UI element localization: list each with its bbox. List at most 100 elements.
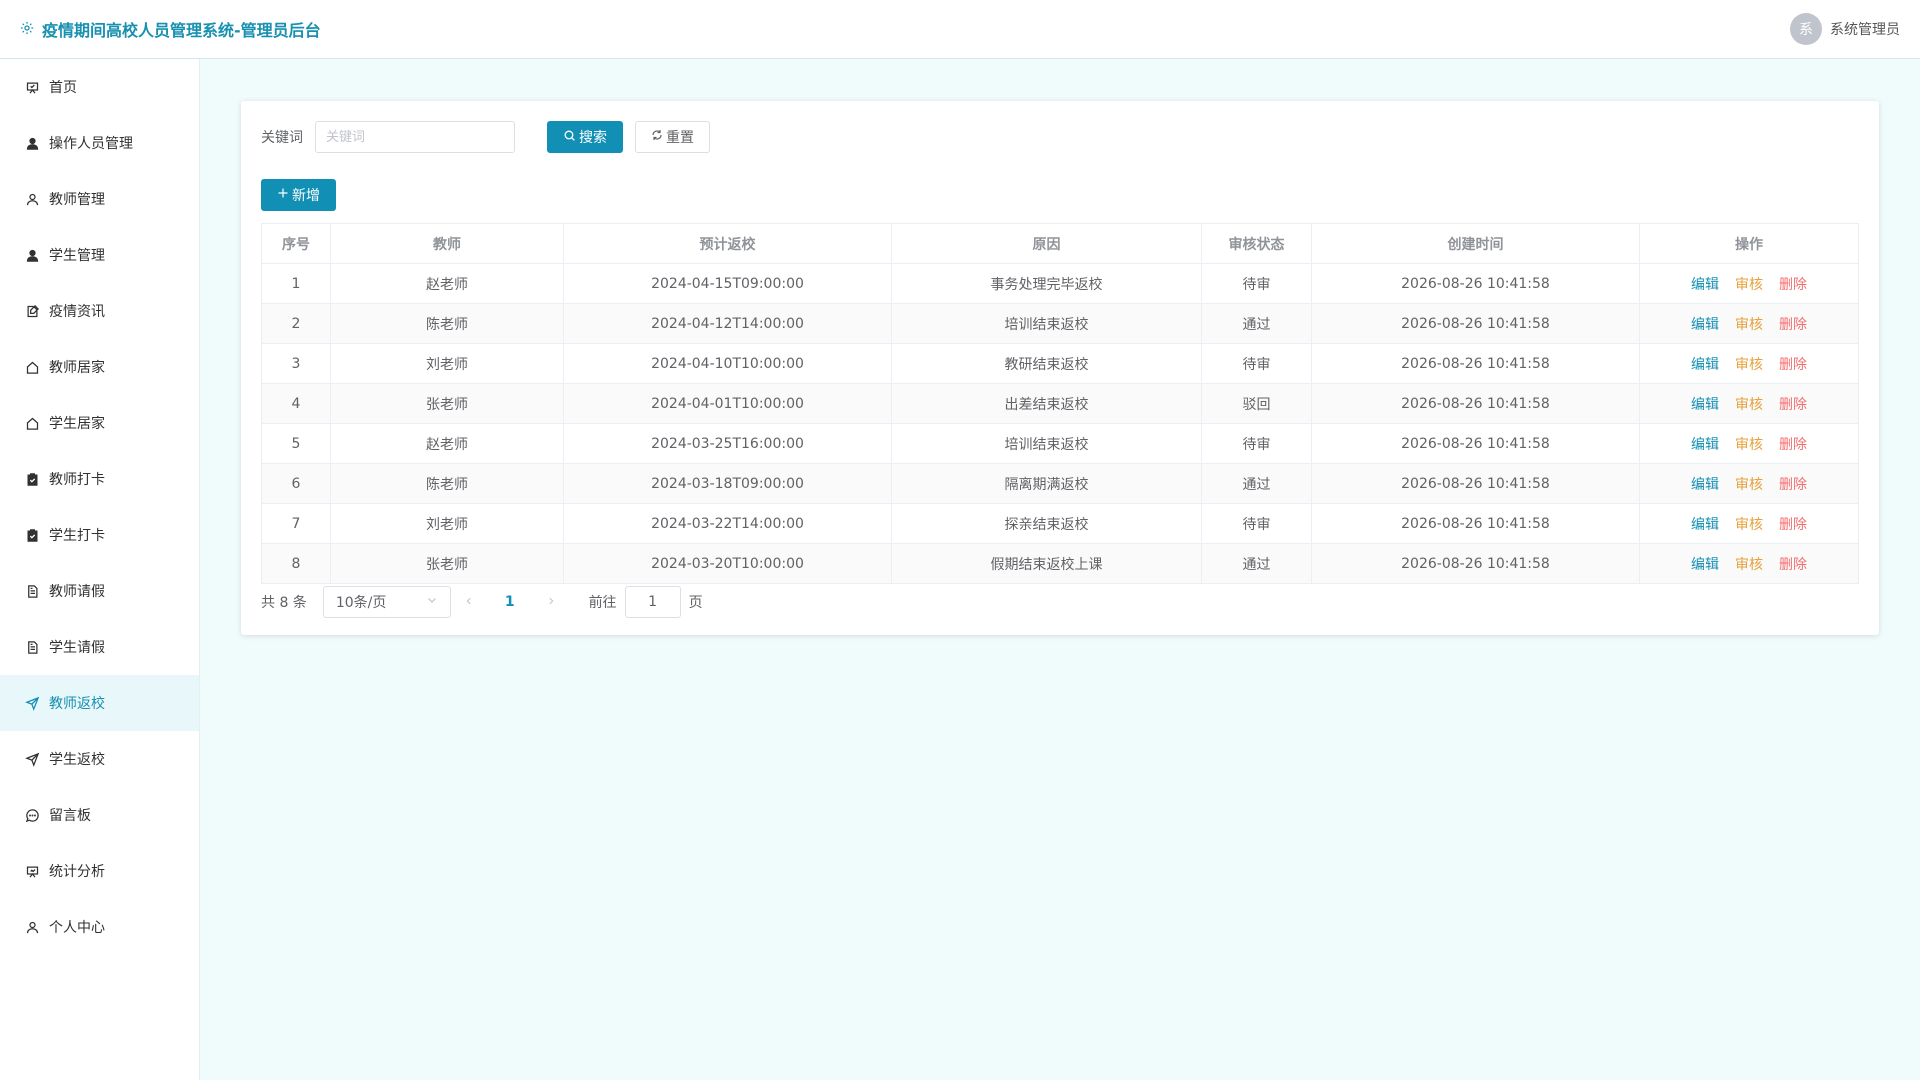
top-header: 疫情期间高校人员管理系统-管理员后台 系 系统管理员 — [0, 0, 1920, 59]
table-row: 6 陈老师 2024-03-18T09:00:00 隔离期满返校 通过 2026-08-2… — [261, 463, 1859, 504]
total-count: 共 8 条 — [261, 595, 307, 611]
cell-created: 2026-08-26 10:41:58 — [1311, 383, 1640, 424]
news-icon — [24, 303, 40, 319]
sidebar-item-label: 教师管理 — [49, 192, 105, 208]
delete-link[interactable]: 删除 — [1779, 317, 1807, 333]
search-button-label: 搜索 — [579, 130, 607, 146]
edit-link[interactable]: 编辑 — [1691, 477, 1719, 493]
sidebar-item-label: 统计分析 — [49, 864, 105, 880]
audit-link[interactable]: 审核 — [1735, 277, 1763, 293]
sidebar-item-12[interactable]: 学生返校 — [0, 731, 199, 787]
user-icon — [24, 247, 40, 263]
sidebar-item-0[interactable]: 首页 — [0, 59, 199, 115]
sidebar-item-label: 教师请假 — [49, 584, 105, 600]
edit-link[interactable]: 编辑 — [1691, 277, 1719, 293]
page-number-current[interactable]: 1 — [505, 594, 515, 610]
delete-link[interactable]: 删除 — [1779, 357, 1807, 373]
add-button[interactable]: 新增 — [261, 179, 336, 211]
cell-no: 6 — [261, 463, 331, 504]
delete-link[interactable]: 删除 — [1779, 557, 1807, 573]
prev-page-icon[interactable] — [464, 594, 474, 610]
sidebar-item-3[interactable]: 学生管理 — [0, 227, 199, 283]
audit-link[interactable]: 审核 — [1735, 517, 1763, 533]
column-header: 预计返校 — [563, 223, 892, 264]
cell-teacher: 陈老师 — [330, 463, 564, 504]
edit-link[interactable]: 编辑 — [1691, 317, 1719, 333]
cell-no: 2 — [261, 303, 331, 344]
delete-link[interactable]: 删除 — [1779, 437, 1807, 453]
sidebar-item-13[interactable]: 留言板 — [0, 787, 199, 843]
sidebar-item-7[interactable]: 教师打卡 — [0, 451, 199, 507]
chat-icon — [24, 807, 40, 823]
delete-link[interactable]: 删除 — [1779, 517, 1807, 533]
sidebar-item-6[interactable]: 学生居家 — [0, 395, 199, 451]
next-page-icon[interactable] — [546, 594, 556, 610]
cell-actions: 编辑 审核 删除 — [1639, 383, 1859, 424]
column-header: 操作 — [1639, 223, 1859, 264]
refresh-icon — [651, 129, 666, 145]
audit-link[interactable]: 审核 — [1735, 557, 1763, 573]
sidebar-item-11[interactable]: 教师返校 — [0, 675, 199, 731]
keyword-input[interactable] — [315, 121, 515, 153]
house-icon — [24, 415, 40, 431]
sidebar-item-5[interactable]: 教师居家 — [0, 339, 199, 395]
cell-expected: 2024-03-25T16:00:00 — [563, 423, 892, 464]
audit-link[interactable]: 审核 — [1735, 477, 1763, 493]
audit-link[interactable]: 审核 — [1735, 437, 1763, 453]
sidebar-item-label: 学生管理 — [49, 248, 105, 264]
edit-link[interactable]: 编辑 — [1691, 397, 1719, 413]
cell-actions: 编辑 审核 删除 — [1639, 263, 1859, 304]
sidebar-item-4[interactable]: 疫情资讯 — [0, 283, 199, 339]
sidebar-item-1[interactable]: 操作人员管理 — [0, 115, 199, 171]
cell-expected: 2024-03-20T10:00:00 — [563, 543, 892, 584]
document-icon — [24, 583, 40, 599]
cell-created: 2026-08-26 10:41:58 — [1311, 463, 1640, 504]
delete-link[interactable]: 删除 — [1779, 477, 1807, 493]
delete-link[interactable]: 删除 — [1779, 277, 1807, 293]
sidebar-item-label: 教师返校 — [49, 696, 105, 712]
audit-link[interactable]: 审核 — [1735, 357, 1763, 373]
user-menu[interactable]: 系 系统管理员 — [1790, 13, 1900, 45]
sidebar-item-label: 学生返校 — [49, 752, 105, 768]
audit-link[interactable]: 审核 — [1735, 317, 1763, 333]
audit-link[interactable]: 审核 — [1735, 397, 1763, 413]
cell-teacher: 刘老师 — [330, 503, 564, 544]
sidebar-item-15[interactable]: 个人中心 — [0, 899, 199, 955]
cell-no: 3 — [261, 343, 331, 384]
avatar[interactable]: 系 — [1790, 13, 1822, 45]
checkin-icon — [24, 471, 40, 487]
reset-button[interactable]: 重置 — [635, 121, 710, 153]
sidebar-item-label: 教师打卡 — [49, 472, 105, 488]
send-icon — [24, 695, 40, 711]
column-header: 教师 — [330, 223, 564, 264]
add-button-label: 新增 — [292, 188, 320, 204]
column-header: 创建时间 — [1311, 223, 1640, 264]
search-button[interactable]: 搜索 — [547, 121, 623, 153]
cell-expected: 2024-04-10T10:00:00 — [563, 343, 892, 384]
sidebar-item-9[interactable]: 教师请假 — [0, 563, 199, 619]
cell-no: 1 — [261, 263, 331, 304]
sidebar-item-10[interactable]: 学生请假 — [0, 619, 199, 675]
app-title: 疫情期间高校人员管理系统-管理员后台 — [42, 21, 321, 40]
sidebar-item-label: 学生打卡 — [49, 528, 105, 544]
edit-link[interactable]: 编辑 — [1691, 437, 1719, 453]
cell-no: 4 — [261, 383, 331, 424]
cell-status: 待审 — [1201, 343, 1312, 384]
edit-link[interactable]: 编辑 — [1691, 517, 1719, 533]
sidebar-item-label: 首页 — [49, 80, 77, 96]
user-name[interactable]: 系统管理员 — [1830, 19, 1900, 39]
edit-link[interactable]: 编辑 — [1691, 557, 1719, 573]
sidebar-item-14[interactable]: 统计分析 — [0, 843, 199, 899]
cell-created: 2026-08-26 10:41:58 — [1311, 263, 1640, 304]
sidebar-item-label: 个人中心 — [49, 920, 105, 936]
goto-page-input[interactable] — [624, 586, 681, 618]
sidebar-item-label: 留言板 — [49, 808, 91, 824]
delete-link[interactable]: 删除 — [1779, 397, 1807, 413]
page-size-select[interactable]: 10条/页 — [322, 586, 451, 618]
edit-link[interactable]: 编辑 — [1691, 357, 1719, 373]
cell-reason: 教研结束返校 — [891, 343, 1202, 384]
data-table: 序号 教师 预计返校 原因 审核状态 创建时间 操作 1 赵老师 2024-04-15T09:0… — [261, 223, 1859, 584]
sidebar-item-8[interactable]: 学生打卡 — [0, 507, 199, 563]
cell-expected: 2024-04-12T14:00:00 — [563, 303, 892, 344]
sidebar-item-2[interactable]: 教师管理 — [0, 171, 199, 227]
